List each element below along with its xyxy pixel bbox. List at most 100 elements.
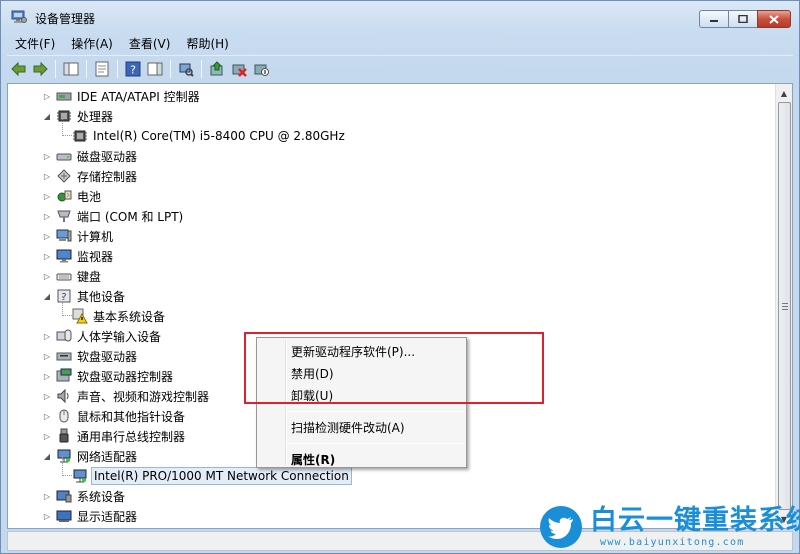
menu-view[interactable]: 查看(V) bbox=[121, 33, 179, 53]
vertical-scrollbar[interactable]: ▲ ▼ bbox=[775, 84, 792, 528]
bird-logo-icon bbox=[540, 506, 582, 548]
expand-triangle-icon[interactable]: ▷ bbox=[42, 191, 52, 201]
title-bar[interactable]: 设备管理器 bbox=[1, 1, 799, 33]
show-hide-tree-button[interactable] bbox=[60, 58, 82, 80]
tree-item-label: 网络适配器 bbox=[77, 449, 138, 464]
expand-triangle-icon[interactable]: ▷ bbox=[42, 211, 52, 221]
watermark-title: 白云一键重装系统 bbox=[590, 505, 800, 536]
minimize-icon bbox=[710, 20, 718, 22]
scan-hardware-button[interactable] bbox=[175, 58, 197, 80]
context-menu-scan-hardware[interactable]: 扫描检测硬件改动(A) bbox=[291, 417, 405, 437]
device-category[interactable]: ▷ 监视器 bbox=[42, 246, 115, 266]
ide-controller-icon bbox=[56, 88, 72, 104]
collapse-triangle-icon[interactable]: ◢ bbox=[42, 451, 52, 461]
tree-item-label: 计算机 bbox=[77, 229, 114, 244]
device-item[interactable]: Intel(R) PRO/1000 MT Network Connection bbox=[62, 456, 352, 486]
window-controls bbox=[699, 10, 791, 28]
tree-item-label: Intel(R) PRO/1000 MT Network Connection bbox=[91, 467, 352, 485]
expand-triangle-icon[interactable]: ▷ bbox=[42, 251, 52, 261]
tree-connector bbox=[62, 116, 72, 136]
context-menu-separator bbox=[287, 443, 464, 444]
expand-triangle-icon[interactable]: ▷ bbox=[42, 491, 52, 501]
monitor-icon bbox=[56, 248, 72, 264]
device-category[interactable]: ▷ 声音、视频和游戏控制器 bbox=[42, 386, 211, 406]
properties-icon bbox=[95, 61, 109, 76]
tree-item-label: 通用串行总线控制器 bbox=[77, 429, 186, 444]
disable-device-button[interactable] bbox=[250, 58, 272, 80]
expand-triangle-icon[interactable]: ▷ bbox=[42, 271, 52, 281]
expand-triangle-icon[interactable]: ▷ bbox=[42, 431, 52, 441]
device-category[interactable]: ▷ 显示适配器 bbox=[42, 506, 139, 526]
action-pane-icon bbox=[147, 62, 163, 75]
cpu-icon bbox=[72, 128, 88, 144]
device-category[interactable]: ▷ 系统设备 bbox=[42, 486, 127, 506]
expand-triangle-icon[interactable]: ▷ bbox=[42, 331, 52, 341]
device-category[interactable]: ◢? 其他设备 bbox=[42, 286, 127, 306]
minimize-button[interactable] bbox=[699, 10, 729, 28]
device-item[interactable]: 基本系统设备 bbox=[62, 296, 167, 326]
device-item[interactable]: Intel(R) Core(TM) i5-8400 CPU @ 2.80GHz bbox=[62, 116, 347, 146]
uninstall-button[interactable] bbox=[228, 58, 250, 80]
expand-triangle-icon[interactable]: ▷ bbox=[42, 151, 52, 161]
device-category[interactable]: ▷ 电池 bbox=[42, 186, 103, 206]
menu-file[interactable]: 文件(F) bbox=[7, 33, 63, 53]
menu-help[interactable]: 帮助(H) bbox=[178, 33, 236, 53]
device-manager-icon bbox=[11, 10, 27, 24]
keyboard-icon bbox=[56, 268, 72, 284]
window-title: 设备管理器 bbox=[35, 12, 96, 26]
forward-arrow-button[interactable] bbox=[29, 58, 51, 80]
toolbar-separator bbox=[170, 59, 171, 78]
hid-icon bbox=[56, 328, 72, 344]
device-category[interactable]: ▷ 软盘驱动器 bbox=[42, 346, 139, 366]
storage-controller-icon bbox=[56, 168, 72, 184]
device-category[interactable]: ▷ IDE ATA/ATAPI 控制器 bbox=[42, 86, 202, 106]
device-manager-window: 设备管理器 文件(F) 操作(A) 查看(V) 帮助(H) ? ▷ IDE ATA/AT… bbox=[0, 0, 800, 554]
disk-drive-icon bbox=[56, 148, 72, 164]
expand-triangle-icon[interactable]: ▷ bbox=[42, 351, 52, 361]
expand-triangle-icon[interactable]: ▷ bbox=[42, 371, 52, 381]
back-arrow-icon bbox=[11, 61, 26, 76]
device-category[interactable]: ▷ 人体学输入设备 bbox=[42, 326, 163, 346]
scan-hardware-icon bbox=[179, 63, 194, 77]
action-pane-button[interactable] bbox=[144, 58, 166, 80]
tree-connector bbox=[62, 296, 72, 316]
display-adapter-icon bbox=[56, 508, 72, 524]
close-button[interactable] bbox=[757, 10, 791, 28]
device-category[interactable]: ◢ 处理器 bbox=[42, 106, 115, 126]
floppy-controller-icon bbox=[56, 368, 72, 384]
sound-icon bbox=[56, 388, 72, 404]
context-menu-properties[interactable]: 属性(R) bbox=[291, 449, 335, 469]
show-hide-tree-icon bbox=[63, 62, 79, 75]
expand-triangle-icon[interactable]: ▷ bbox=[42, 91, 52, 101]
expand-triangle-icon[interactable]: ▷ bbox=[42, 171, 52, 181]
collapse-triangle-icon[interactable]: ◢ bbox=[42, 291, 52, 301]
computer-icon bbox=[56, 228, 72, 244]
device-category[interactable]: ▷ 存储控制器 bbox=[42, 166, 139, 186]
device-category[interactable]: ▷ 通用串行总线控制器 bbox=[42, 426, 187, 446]
port-icon bbox=[56, 208, 72, 224]
expand-triangle-icon[interactable]: ▷ bbox=[42, 231, 52, 241]
device-category[interactable]: ▷ 磁盘驱动器 bbox=[42, 146, 139, 166]
scrollbar-thumb[interactable] bbox=[778, 102, 791, 510]
properties-button[interactable] bbox=[91, 58, 113, 80]
system-device-icon bbox=[56, 488, 72, 504]
device-category[interactable]: ▷ 计算机 bbox=[42, 226, 115, 246]
update-driver-icon bbox=[210, 60, 223, 75]
scroll-up-icon[interactable]: ▲ bbox=[776, 85, 792, 101]
device-category[interactable]: ▷ 端口 (COM 和 LPT) bbox=[42, 206, 185, 226]
back-arrow-button[interactable] bbox=[7, 58, 29, 80]
expand-triangle-icon[interactable]: ▷ bbox=[42, 411, 52, 421]
device-category[interactable]: ▷ 软盘驱动器控制器 bbox=[42, 366, 175, 386]
update-driver-button[interactable] bbox=[206, 58, 228, 80]
maximize-button[interactable] bbox=[728, 10, 758, 28]
tree-connector bbox=[62, 456, 72, 476]
menu-action[interactable]: 操作(A) bbox=[63, 33, 121, 53]
collapse-triangle-icon[interactable]: ◢ bbox=[42, 111, 52, 121]
device-category[interactable]: ▷ 鼠标和其他指针设备 bbox=[42, 406, 187, 426]
device-category[interactable]: ◢ 网络适配器 bbox=[42, 446, 139, 466]
expand-triangle-icon[interactable]: ▷ bbox=[42, 391, 52, 401]
device-category[interactable]: ▷ 键盘 bbox=[42, 266, 103, 286]
help-button[interactable]: ? bbox=[122, 58, 144, 80]
expand-triangle-icon[interactable]: ▷ bbox=[42, 511, 52, 521]
toolbar-separator bbox=[86, 59, 87, 78]
